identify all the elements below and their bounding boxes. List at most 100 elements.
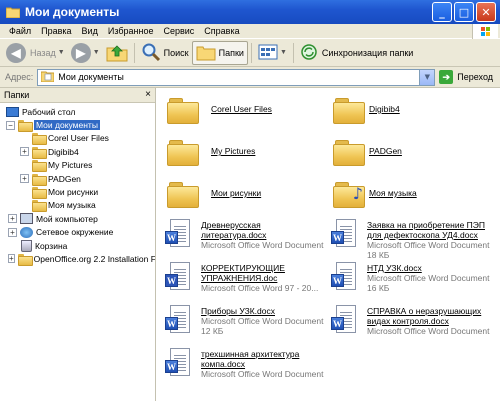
sync-folder-button[interactable]: Синхронизация папки <box>297 41 416 65</box>
folder-icon <box>167 180 199 208</box>
address-input[interactable]: Мои документы ▼ <box>37 68 436 86</box>
file-item[interactable]: W Заявка на приобретение ПЭП для дефекто… <box>331 219 490 260</box>
views-button[interactable]: ▼ <box>255 41 290 65</box>
folder-item[interactable]: Digibib4 <box>333 96 400 124</box>
tree-item-my-computer[interactable]: + Мой компьютер <box>0 212 155 225</box>
tree-item-my-pictures[interactable]: My Pictures <box>0 159 155 173</box>
tree-item-recycle-bin[interactable]: Корзина <box>0 239 155 252</box>
close-icon[interactable]: × <box>145 89 151 100</box>
tree-item-digibib4[interactable]: + Digibib4 <box>0 145 155 159</box>
file-name-line1: КОРРЕКТИРУЮЩИЕ <box>201 263 285 273</box>
back-button[interactable]: ◀ Назад ▼ <box>3 41 68 65</box>
file-name-line1: СПРАВКА о неразрушающих <box>367 306 482 316</box>
folder-item[interactable]: My Pictures <box>167 138 255 166</box>
tree-item-corel-user-files[interactable]: Corel User Files <box>0 132 155 146</box>
windows-logo-icon <box>472 24 498 39</box>
views-icon <box>258 43 278 63</box>
file-name-line2: видах контроля.docx <box>367 316 449 326</box>
collapse-icon[interactable]: − <box>6 120 15 130</box>
menu-tools[interactable]: Сервис <box>158 26 199 36</box>
folder-name: Digibib4 <box>369 104 400 114</box>
folder-icon <box>32 133 47 146</box>
up-button[interactable] <box>103 41 131 65</box>
file-item[interactable]: W НТД УЗК.docx Microsoft Office Word Doc… <box>331 262 490 296</box>
menu-file[interactable]: Файл <box>4 26 36 36</box>
folder-icon <box>17 253 33 266</box>
chevron-down-icon[interactable]: ▼ <box>419 69 435 85</box>
folder-tree: Рабочий стол − Мои документы Corel User … <box>0 103 155 266</box>
folder-icon <box>32 187 47 200</box>
menu-help[interactable]: Справка <box>199 26 244 36</box>
minimize-button[interactable]: _ <box>432 2 452 22</box>
title-bar[interactable]: Мои документы _ □ ✕ <box>0 0 500 24</box>
folders-pane-title: Папки <box>4 90 30 100</box>
forward-button[interactable]: ▶ ▼ <box>68 41 103 65</box>
expand-icon[interactable]: + <box>20 174 29 184</box>
menu-edit[interactable]: Правка <box>36 26 76 36</box>
go-arrow-icon: ➔ <box>439 70 454 84</box>
go-button[interactable]: ➔ Переход <box>439 70 493 84</box>
folder-item[interactable]: ♪ Моя музыка <box>333 180 417 208</box>
toolbar-separator <box>292 42 294 63</box>
folder-name: Corel User Files <box>211 104 272 114</box>
expand-icon[interactable]: + <box>8 214 17 224</box>
address-bar: Адрес: Мои документы ▼ ➔ Переход <box>0 67 500 88</box>
file-name-line1: Приборы УЗК.docx <box>201 306 275 316</box>
folder-icon <box>32 146 47 159</box>
file-list: Corel User Files Digibib4 My Pictures PA… <box>157 88 500 401</box>
file-name-line1: трехшинная архитектура <box>201 349 300 359</box>
maximize-button[interactable]: □ <box>454 2 474 22</box>
tree-item-padgen[interactable]: + PADGen <box>0 172 155 186</box>
folder-icon <box>333 138 365 166</box>
folder-name: Мои рисунки <box>211 188 262 198</box>
file-name-line1: НТД УЗК.docx <box>367 263 422 273</box>
file-type: Microsoft Office Word Document <box>201 316 324 326</box>
expand-icon[interactable]: + <box>20 147 29 157</box>
file-item[interactable]: W Приборы УЗК.docx Microsoft Office Word… <box>165 305 324 339</box>
folder-item[interactable]: PADGen <box>333 138 402 166</box>
sync-label: Синхронизация папки <box>321 47 414 58</box>
tree-item-desktop[interactable]: Рабочий стол <box>0 105 155 118</box>
search-button[interactable]: Поиск <box>138 41 192 65</box>
chevron-down-icon: ▼ <box>92 49 100 56</box>
chevron-down-icon: ▼ <box>279 49 287 56</box>
folder-item[interactable]: Corel User Files <box>167 96 272 124</box>
file-item[interactable]: W трехшинная архитектура компа.docx Micr… <box>165 348 324 382</box>
music-folder-icon: ♪ <box>333 180 365 208</box>
tree-item-my-music[interactable]: Моя музыка <box>0 199 155 213</box>
file-name-line1: Древнерусская <box>201 220 261 230</box>
toolbar: ◀ Назад ▼ ▶ ▼ Поиск Папки ▼ Синхронизаци… <box>0 39 500 67</box>
search-label: Поиск <box>163 47 189 58</box>
music-note-icon: ♪ <box>352 184 363 203</box>
my-documents-icon <box>18 120 33 133</box>
address-label: Адрес: <box>5 72 34 82</box>
word-document-icon: W <box>331 305 359 339</box>
back-arrow-icon: ◀ <box>6 42 26 63</box>
file-item[interactable]: W Древнерусская литература.docx Microsof… <box>165 219 324 253</box>
tree-item-network[interactable]: + Сетевое окружение <box>0 226 155 239</box>
file-item[interactable]: W КОРРЕКТИРУЮЩИЕ УПРАЖНЕНИЯ.doc Microsof… <box>165 262 318 296</box>
network-icon <box>20 226 33 238</box>
tree-item-my-drawings[interactable]: Мои рисунки <box>0 185 155 200</box>
tree-item-openoffice[interactable]: + OpenOffice.org 2.2 Installation F <box>0 252 155 266</box>
menu-favorites[interactable]: Избранное <box>103 26 159 36</box>
folder-icon <box>167 96 199 124</box>
menu-view[interactable]: Вид <box>77 26 103 36</box>
folders-label: Папки <box>218 47 244 58</box>
folder-name: My Pictures <box>211 146 256 156</box>
file-type: Microsoft Office Word Document <box>367 326 490 336</box>
folders-button[interactable]: Папки <box>191 40 248 65</box>
file-name-line2: компа.docx <box>201 359 246 369</box>
recycle-bin-icon <box>21 239 32 252</box>
tree-item-my-documents[interactable]: − Мои документы <box>0 118 155 133</box>
search-icon <box>141 42 161 64</box>
folder-item[interactable]: Мои рисунки <box>167 180 261 208</box>
folders-icon <box>196 43 216 63</box>
expand-icon[interactable]: + <box>8 254 15 264</box>
expand-icon[interactable]: + <box>8 227 17 237</box>
file-type: Microsoft Office Word Document <box>201 369 324 379</box>
file-item[interactable]: W СПРАВКА о неразрушающих видах контроля… <box>331 305 490 339</box>
close-button[interactable]: ✕ <box>476 2 496 22</box>
folder-icon <box>167 138 199 166</box>
chevron-down-icon: ▼ <box>57 49 65 56</box>
